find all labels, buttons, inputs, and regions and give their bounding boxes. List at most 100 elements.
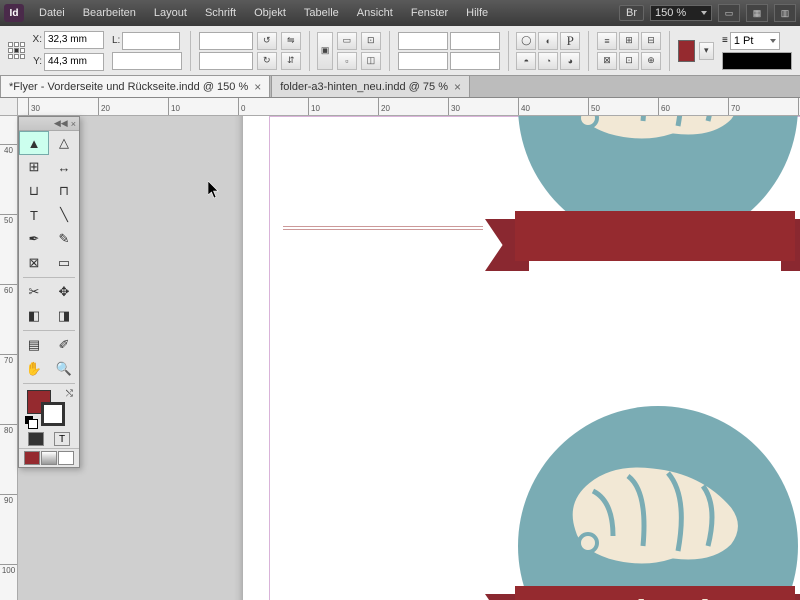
panel-close-icon[interactable]: ×	[71, 119, 76, 129]
menu-tabelle[interactable]: Tabelle	[295, 7, 348, 19]
ruler-tick: 50	[0, 214, 17, 225]
zoom-tool-icon[interactable]: 🔍	[49, 357, 79, 381]
fill-dropdown-icon[interactable]: ▾	[699, 42, 714, 60]
gap-tool-icon[interactable]: ↔	[49, 155, 79, 179]
ruler-tick: 80	[0, 424, 17, 435]
line-tool-icon[interactable]: ╲	[49, 203, 79, 227]
menu-layout[interactable]: Layout	[145, 7, 196, 19]
rectangle-tool-icon[interactable]: ▭	[49, 251, 79, 275]
flip-vertical-icon[interactable]: ⇵	[281, 52, 301, 70]
text-wrap-none-icon[interactable]: ≡	[597, 32, 617, 50]
scale-x-input[interactable]	[199, 32, 253, 50]
arrange-documents-icon[interactable]: ▦	[746, 4, 768, 22]
ruler-tick: 0	[238, 98, 245, 115]
fill-stroke-proxy[interactable]: ⤭	[23, 388, 75, 428]
selection-tool-icon[interactable]: ▲	[19, 131, 49, 155]
screen-mode-icon[interactable]: ▭	[718, 4, 740, 22]
ruler-tick: 60	[658, 98, 670, 115]
scale-y-input[interactable]	[199, 52, 253, 70]
rotate-ccw-icon[interactable]: ↺	[257, 32, 277, 50]
vertical-ruler[interactable]: 405060708090100110	[0, 116, 18, 600]
ribbon-banner-top[interactable]	[485, 211, 800, 271]
flip-horizontal-icon[interactable]: ⇋	[281, 32, 301, 50]
gradient-feather-tool-icon[interactable]: ◨	[49, 304, 79, 328]
corner-input-3[interactable]	[398, 52, 448, 70]
menu-bearbeiten[interactable]: Bearbeiten	[74, 7, 145, 19]
length-input[interactable]	[122, 32, 180, 50]
pathfinder-exclude-icon[interactable]: ◔	[538, 52, 558, 70]
eyedropper-tool-icon[interactable]: ✐	[49, 333, 79, 357]
menu-schrift[interactable]: Schrift	[196, 7, 245, 19]
text-wrap-bounding-icon[interactable]: ⊞	[619, 32, 639, 50]
apply-text-icon[interactable]: T	[54, 432, 70, 446]
rotate-cw-icon[interactable]: ↻	[257, 52, 277, 70]
pathfinder-subtract-icon[interactable]: ◐	[538, 32, 558, 50]
swap-fill-stroke-icon[interactable]: ⤭	[66, 388, 73, 399]
stroke-proxy[interactable]	[41, 402, 65, 426]
pencil-tool-icon[interactable]: ✎	[49, 227, 79, 251]
stroke-weight-input[interactable]: 1 Pt	[730, 32, 780, 50]
panel-header[interactable]: ◀◀ ×	[19, 117, 79, 131]
ribbon-banner-bottom[interactable]: Frühstück	[485, 586, 800, 600]
corner-input-1[interactable]	[398, 32, 448, 50]
fitting-center-icon[interactable]: ⊡	[361, 32, 381, 50]
angle-input[interactable]	[112, 52, 182, 70]
zoom-level-field[interactable]: 150 %	[650, 5, 712, 21]
direct-selection-tool-icon[interactable]: △	[49, 131, 79, 155]
free-transform-tool-icon[interactable]: ✥	[49, 280, 79, 304]
content-placer-icon[interactable]: ⊓	[49, 179, 79, 203]
text-wrap-shape-icon[interactable]: ⊟	[641, 32, 661, 50]
note-tool-icon[interactable]: ▤	[19, 333, 49, 357]
fitting-fit-icon[interactable]: ▫	[337, 52, 357, 70]
stroke-style-dropdown[interactable]	[722, 52, 792, 70]
container-select-icon[interactable]: ▣	[317, 32, 332, 70]
ribbon-body-top	[515, 211, 795, 261]
gradient-swatch-tool-icon[interactable]: ◧	[19, 304, 49, 328]
page-tool-icon[interactable]: ⊞	[19, 155, 49, 179]
close-icon[interactable]: ×	[254, 80, 261, 94]
apply-none-icon[interactable]	[58, 451, 74, 465]
apply-color-icon[interactable]	[24, 451, 40, 465]
default-fill-stroke-icon[interactable]	[25, 416, 37, 428]
text-wrap-column-icon[interactable]: ⊡	[619, 52, 639, 70]
apply-container-icon[interactable]	[28, 432, 44, 446]
hand-tool-icon[interactable]: ✋	[19, 357, 49, 381]
rectangle-frame-tool-icon[interactable]: ⊠	[19, 251, 49, 275]
scissors-tool-icon[interactable]: ✂	[19, 280, 49, 304]
drop-cap-icon[interactable]: P	[560, 32, 580, 50]
content-collector-icon[interactable]: ⊔	[19, 179, 49, 203]
corner-input-2[interactable]	[450, 32, 500, 50]
text-wrap-jump-icon[interactable]: ⊠	[597, 52, 617, 70]
pen-tool-icon[interactable]: ✒	[19, 227, 49, 251]
ruler-origin[interactable]	[0, 98, 18, 116]
menu-fenster[interactable]: Fenster	[402, 7, 457, 19]
x-position-input[interactable]: 32,3 mm	[44, 31, 104, 49]
fill-color-swatch[interactable]	[678, 40, 695, 62]
menu-ansicht[interactable]: Ansicht	[348, 7, 402, 19]
pathfinder-unite-icon[interactable]: ◯	[516, 32, 536, 50]
tools-panel[interactable]: ◀◀ × ▲ △ ⊞ ↔ ⊔ ⊓ T ╲ ✒ ✎ ⊠ ▭ ✂ ✥ ◧ ◨ ▤ ✐…	[18, 116, 80, 468]
pathfinder-intersect-icon[interactable]: ◓	[516, 52, 536, 70]
document-tab-active[interactable]: *Flyer - Vorderseite und Rückseite.indd …	[0, 75, 270, 97]
menu-hilfe[interactable]: Hilfe	[457, 7, 497, 19]
horizontal-ruler[interactable]: 30201001020304050607080	[18, 98, 800, 116]
text-wrap-invert-icon[interactable]: ⊕	[641, 52, 661, 70]
close-icon[interactable]: ×	[454, 80, 461, 94]
fitting-proportional-icon[interactable]: ◫	[361, 52, 381, 70]
page: Frühstück	[243, 116, 800, 600]
y-position-input[interactable]: 44,3 mm	[44, 53, 104, 71]
document-tab[interactable]: folder-a3-hinten_neu.indd @ 75 % ×	[271, 75, 470, 97]
menu-objekt[interactable]: Objekt	[245, 7, 295, 19]
bridge-button[interactable]: Br	[619, 5, 644, 21]
corner-input-4[interactable]	[450, 52, 500, 70]
collapse-icon[interactable]: ◀◀	[54, 118, 68, 129]
canvas[interactable]: Frühstück	[18, 116, 800, 600]
reference-point-proxy[interactable]	[8, 33, 26, 69]
menu-datei[interactable]: Datei	[30, 7, 74, 19]
apply-gradient-icon[interactable]	[41, 451, 57, 465]
type-tool-icon[interactable]: T	[19, 203, 49, 227]
fitting-fill-icon[interactable]: ▭	[337, 32, 357, 50]
workspace-switcher-icon[interactable]: ▥	[774, 4, 796, 22]
document-tab-bar: *Flyer - Vorderseite und Rückseite.indd …	[0, 76, 800, 98]
pathfinder-minus-icon[interactable]: ◕	[560, 52, 580, 70]
